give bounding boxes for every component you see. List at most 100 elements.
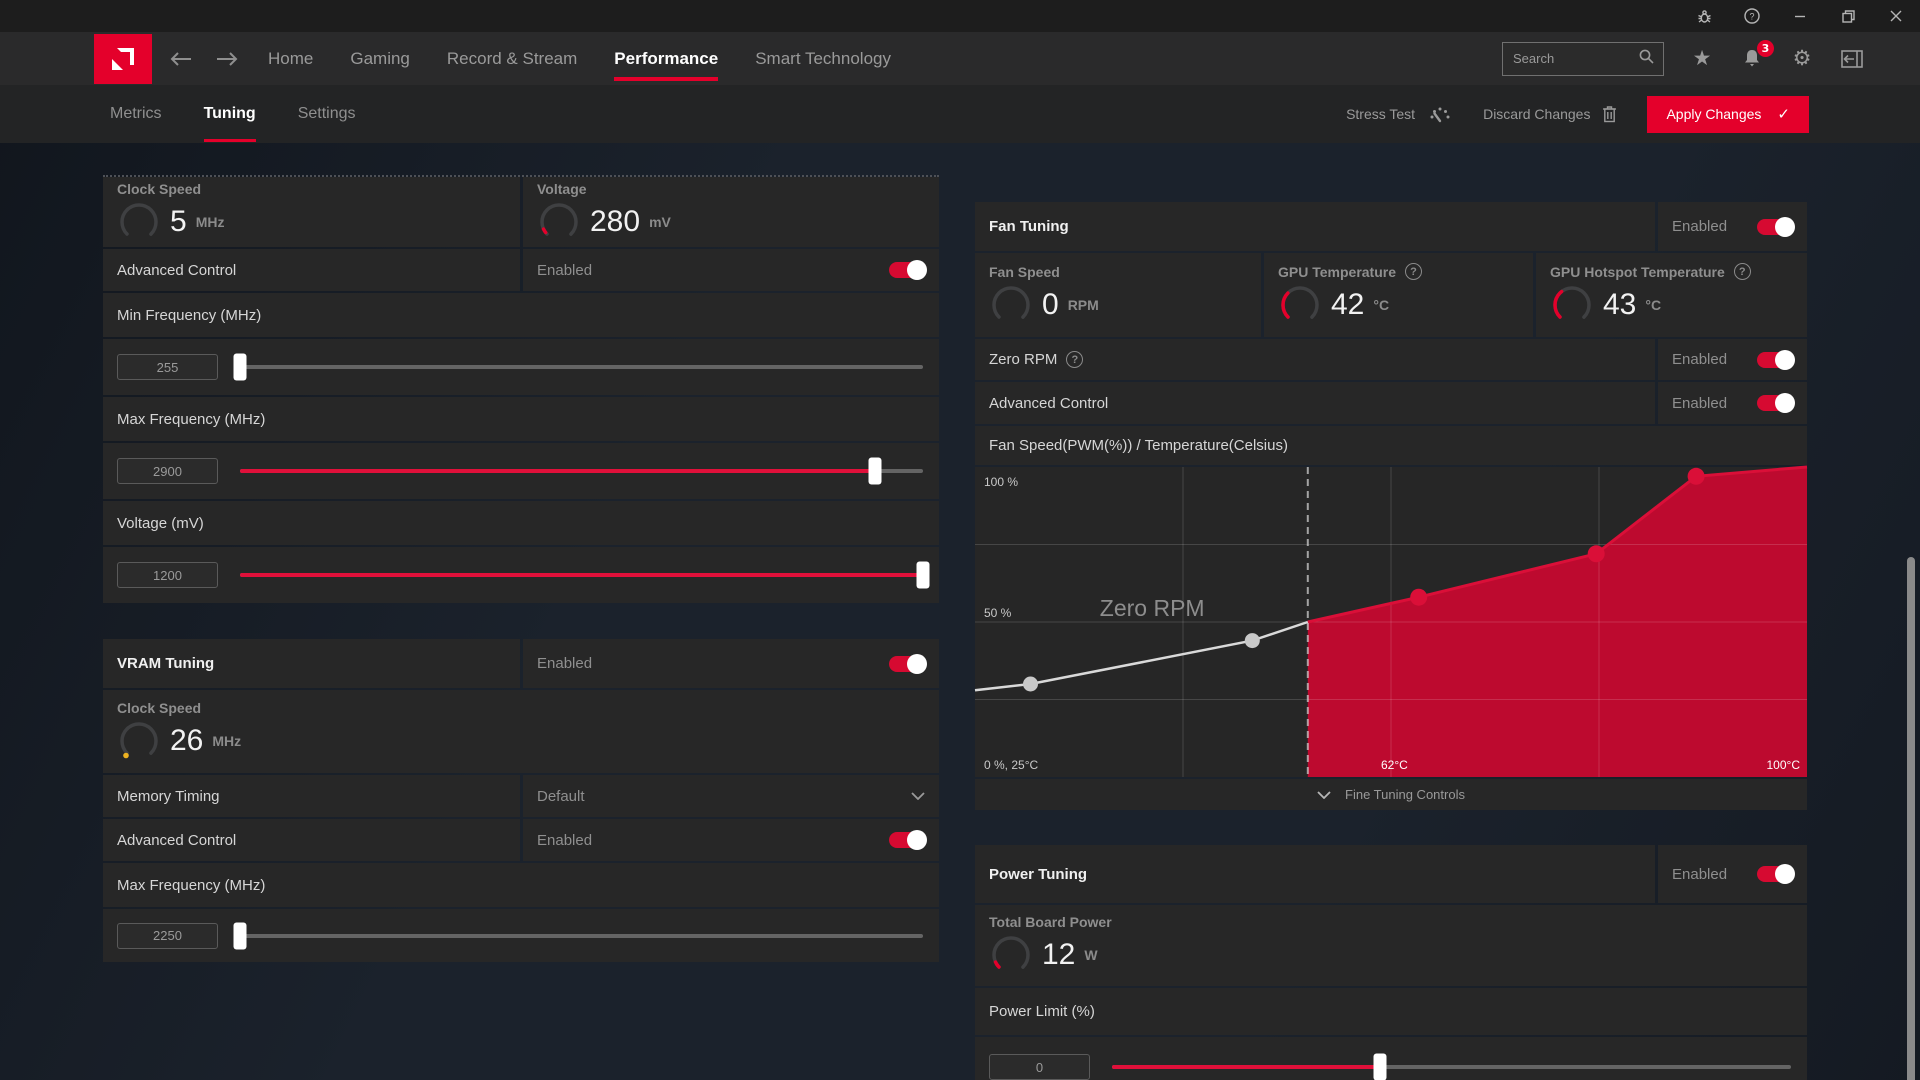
fan-curve-chart[interactable]: 100 % 50 % 0 %, 25°C 62°C 100°C Zero RPM: [974, 465, 1808, 777]
slider-track[interactable]: [1112, 1053, 1791, 1080]
slider-value-box[interactable]: 255: [117, 354, 218, 380]
help-icon[interactable]: ?: [1066, 351, 1084, 368]
amd-logo[interactable]: [94, 34, 152, 84]
max-frequency-slider[interactable]: 2900: [117, 457, 939, 485]
fan-curve-point[interactable]: [1587, 545, 1605, 563]
zero-rpm-point[interactable]: [1244, 633, 1260, 649]
fan-curve-point[interactable]: [1687, 467, 1705, 485]
tab-metrics[interactable]: Metrics: [110, 85, 162, 143]
gpu-clock-speed-gauge: [117, 200, 161, 244]
slider-handle[interactable]: [1373, 1053, 1387, 1080]
vram-advanced-control-label: Advanced Control: [103, 819, 520, 861]
power-limit-slider[interactable]: 0: [989, 1053, 1807, 1080]
radeon-software-window: ? Home Gaming Record & Stream Performanc…: [0, 0, 1920, 1080]
gpu-voltage-gauge-cell: Voltage 280 mV: [523, 177, 939, 247]
stress-test-button[interactable]: Stress Test: [1346, 104, 1453, 124]
gpu-tuning-panel: Clock Speed 5 MHz Voltage 280 mV Advanced …: [103, 175, 939, 605]
forward-arrow-icon[interactable]: [214, 50, 240, 68]
fan-tuning-state-cell: Enabled: [1658, 202, 1807, 251]
slider-value-box[interactable]: 2250: [117, 922, 218, 949]
vram-tuning-toggle[interactable]: [889, 653, 927, 674]
help-icon[interactable]: ?: [1733, 263, 1751, 280]
fan-advanced-control-label: Advanced Control: [975, 382, 1655, 424]
back-arrow-icon[interactable]: [168, 50, 194, 68]
help-icon[interactable]: ?: [1405, 263, 1422, 280]
slider-value-box[interactable]: 2900: [117, 458, 218, 484]
connect-panel-icon[interactable]: [1840, 47, 1864, 71]
help-icon[interactable]: ?: [1728, 0, 1776, 32]
power-limit-label: Power Limit (%): [975, 988, 1807, 1035]
fine-tuning-controls-expander[interactable]: Fine Tuning Controls: [975, 779, 1807, 810]
discard-changes-button[interactable]: Discard Changes: [1483, 105, 1617, 123]
voltage-slider-row: 1200: [103, 547, 939, 603]
min-frequency-slider-row: 255: [103, 339, 939, 395]
total-board-power-gauge: [989, 933, 1033, 977]
nav-item-smart-technology[interactable]: Smart Technology: [755, 32, 891, 85]
slider-handle[interactable]: [868, 457, 882, 485]
fan-tuning-toggle[interactable]: [1757, 216, 1795, 237]
voltage-mv-label: Voltage (mV): [103, 501, 939, 545]
nav-item-home[interactable]: Home: [268, 32, 313, 85]
total-board-power-value: 12: [1042, 938, 1076, 971]
chart-y-max-label: 100 %: [984, 475, 1019, 489]
min-frequency-slider[interactable]: 255: [117, 353, 939, 381]
power-tuning-state-cell: Enabled: [1658, 845, 1807, 903]
slider-handle[interactable]: [233, 353, 247, 381]
minimize-icon[interactable]: [1776, 0, 1824, 32]
vram-advanced-control-toggle[interactable]: [889, 830, 927, 850]
gpu-clock-speed-value: 5: [170, 204, 187, 238]
gpu-clock-speed-label: Clock Speed: [117, 180, 202, 197]
search-input-container: [1502, 41, 1664, 76]
nav-item-record-stream[interactable]: Record & Stream: [447, 32, 577, 85]
zero-rpm-point[interactable]: [1023, 676, 1038, 692]
vram-advanced-control-cell: Enabled: [523, 819, 939, 861]
gpu-hotspot-temperature-value: 43: [1603, 288, 1637, 321]
slider-handle[interactable]: [233, 922, 247, 949]
notification-count-badge: 3: [1757, 39, 1774, 57]
slider-track[interactable]: [233, 353, 923, 381]
tab-tuning[interactable]: Tuning: [203, 85, 256, 143]
max-frequency-label: Max Frequency (MHz): [103, 397, 939, 441]
restore-icon[interactable]: [1824, 0, 1872, 32]
trash-icon: [1603, 106, 1617, 123]
fan-tuning-panel: Fan Tuning Enabled Fan Speed 0 RPM GPU Te…: [974, 202, 1808, 812]
close-icon[interactable]: [1872, 0, 1920, 32]
tab-settings[interactable]: Settings: [298, 85, 356, 143]
chevron-down-icon: [911, 792, 925, 800]
gpu-advanced-control-toggle[interactable]: [889, 260, 927, 280]
settings-gear-icon[interactable]: ⚙: [1790, 47, 1814, 71]
zero-rpm-toggle[interactable]: [1757, 349, 1795, 370]
slider-track[interactable]: [240, 561, 930, 589]
fan-tuning-title: Fan Tuning: [975, 202, 1655, 251]
power-tuning-title: Power Tuning: [975, 845, 1655, 903]
slider-value-box[interactable]: 1200: [117, 562, 218, 588]
slider-handle[interactable]: [916, 561, 930, 589]
slider-value-box[interactable]: 0: [989, 1054, 1090, 1080]
favorites-star-icon[interactable]: ★: [1690, 47, 1714, 71]
power-tuning-toggle[interactable]: [1757, 864, 1795, 884]
fan-advanced-control-toggle[interactable]: [1757, 393, 1795, 413]
notifications-bell-icon[interactable]: 3: [1740, 39, 1774, 71]
memory-timing-dropdown[interactable]: Default: [523, 775, 939, 817]
gpu-temperature-value: 42: [1331, 288, 1365, 321]
search-input[interactable]: [1513, 51, 1638, 66]
bug-report-icon[interactable]: [1680, 0, 1728, 32]
chevron-down-icon: [1317, 790, 1331, 799]
slider-track[interactable]: [240, 457, 923, 485]
search-icon[interactable]: [1638, 48, 1655, 70]
power-limit-slider-row: 0: [975, 1037, 1807, 1080]
vram-max-frequency-slider[interactable]: 2250: [117, 922, 939, 949]
slider-track[interactable]: [233, 922, 923, 949]
fan-speed-cell: Fan Speed 0 RPM: [975, 253, 1261, 337]
vram-max-frequency-label: Max Frequency (MHz): [103, 863, 939, 907]
fan-curve-point[interactable]: [1410, 588, 1428, 606]
memory-timing-label: Memory Timing: [103, 775, 520, 817]
gpu-voltage-label: Voltage: [537, 180, 587, 197]
apply-changes-button[interactable]: Apply Changes ✓: [1647, 95, 1809, 133]
voltage-slider[interactable]: 1200: [117, 561, 939, 589]
nav-item-gaming[interactable]: Gaming: [350, 32, 410, 85]
stress-gauge-icon: [1430, 107, 1450, 123]
gpu-advanced-control-label: Advanced Control: [103, 249, 520, 291]
vertical-scrollbar[interactable]: [1907, 557, 1915, 1080]
nav-item-performance[interactable]: Performance: [614, 32, 718, 85]
